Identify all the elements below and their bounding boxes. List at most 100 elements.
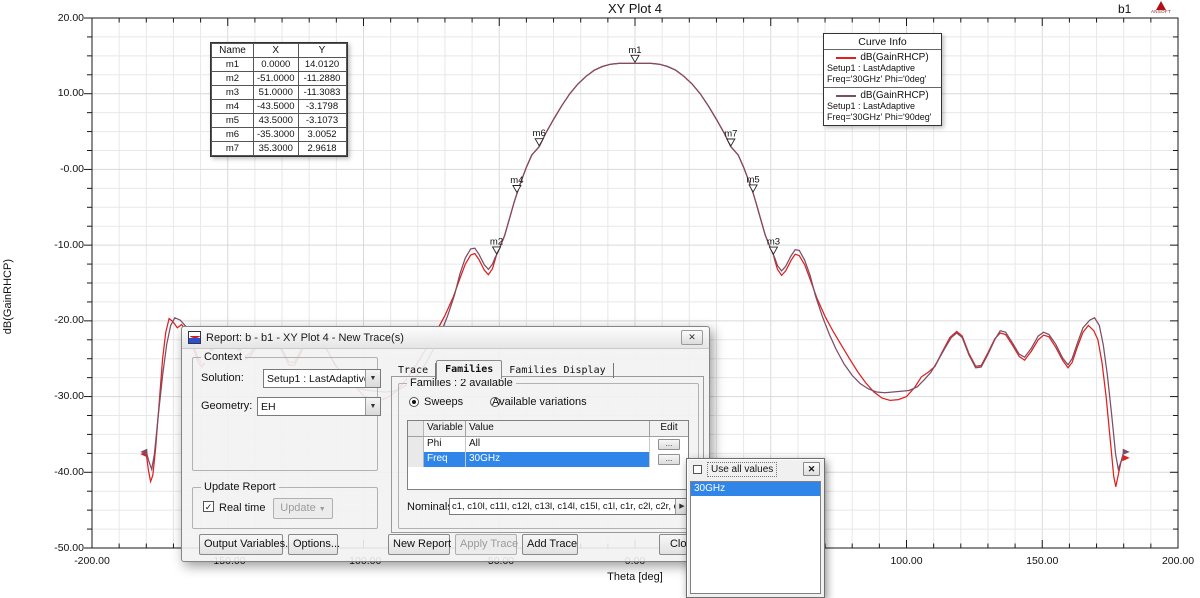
edit-column-header: Edit (650, 421, 688, 436)
marker-m4 (513, 186, 521, 193)
row-selector-header (408, 421, 424, 436)
edit-ellipsis-button[interactable]: ... (658, 439, 680, 450)
tab-families[interactable]: Families (436, 360, 502, 379)
y-tick-label: -0.00 (30, 163, 84, 175)
value-list[interactable]: 30GHz (690, 481, 821, 594)
value-cell[interactable]: All (466, 437, 650, 452)
popup-header: Use all values ✕ (687, 459, 824, 480)
sweeps-radio-label: Sweeps (424, 396, 463, 408)
context-group-label: Context (201, 351, 245, 363)
row-selector[interactable] (408, 452, 424, 467)
marker-table-row: m543.5000-3.1073 (212, 114, 347, 128)
add-trace-button[interactable]: Add Trace (522, 534, 578, 555)
x-axis-title: Theta [deg] (92, 571, 1178, 583)
x-tick-label: -200.00 (62, 555, 122, 567)
x-tick-label: 200.00 (1148, 555, 1200, 567)
design-label: b1 (1118, 2, 1131, 16)
curve-swatch-phi90 (836, 95, 856, 97)
marker-table-row: m6-35.30003.0052 (212, 128, 347, 142)
marker-table-cell: -35.3000 (254, 128, 299, 142)
value-cell[interactable]: 30GHz (466, 452, 650, 467)
y-tick-label: -50.00 (30, 542, 84, 554)
marker-table-row: m4-43.5000-3.1798 (212, 100, 347, 114)
apply-trace-button[interactable]: Apply Trace (455, 534, 517, 555)
marker-table-row: m10.000014.0120 (212, 58, 347, 72)
solution-dropdown[interactable]: Setup1 : LastAdaptive ▼ (263, 369, 381, 388)
realtime-checkbox[interactable]: ✓ (203, 501, 214, 512)
dialog-titlebar[interactable]: Report: b - b1 - XY Plot 4 - New Trace(s… (182, 327, 709, 349)
y-tick-label: 10.00 (30, 87, 84, 99)
use-all-values-label: Use all values (707, 462, 777, 477)
report-dialog: Report: b - b1 - XY Plot 4 - New Trace(s… (181, 326, 710, 562)
families-table-row-freq[interactable]: Freq30GHz... (408, 452, 688, 467)
curve-end-arrow (1123, 449, 1130, 455)
value-list-item[interactable]: 30GHz (691, 482, 820, 496)
y-tick-label: -40.00 (30, 466, 84, 478)
marker-table-cell: -11.3083 (298, 86, 346, 100)
y-tick-label: -10.00 (30, 239, 84, 251)
realtime-label: Real time (219, 502, 265, 514)
new-report-button[interactable]: New Report (388, 534, 450, 555)
legend-entry-setup: Setup1 : LastAdaptive (827, 101, 938, 112)
ansoft-logo-text: ANSOFT (1150, 10, 1172, 14)
row-selector[interactable] (408, 437, 424, 452)
x-tick-label: 100.00 (877, 555, 937, 567)
curve-info-legend[interactable]: Curve Info dB(GainRHCP) Setup1 : LastAda… (823, 33, 942, 126)
legend-entry-sweep: Freq='30GHz' Phi='0deg' (827, 74, 938, 85)
popup-close-button[interactable]: ✕ (803, 462, 820, 476)
x-tick-label: 150.00 (1012, 555, 1072, 567)
marker-table-cell: 2.9618 (298, 142, 346, 156)
update-report-group: Update Report ✓ Real time Update ▼ (192, 487, 378, 529)
variable-cell[interactable]: Phi (424, 437, 466, 452)
legend-title: Curve Info (824, 34, 941, 49)
marker-table-row: m351.0000-11.3083 (212, 86, 347, 100)
geometry-dropdown[interactable]: EH ▼ (257, 397, 381, 416)
marker-table-header: Name X Y (212, 44, 347, 58)
chevron-down-icon: ▼ (319, 506, 326, 513)
nominals-field[interactable]: c1, c10l, c11l, c12l, c13l, c14l, c15l, … (449, 498, 689, 515)
tab-trace[interactable]: Trace (391, 363, 436, 378)
marker-table-cell: 0.0000 (254, 58, 299, 72)
marker-table-cell: 35.3000 (254, 142, 299, 156)
ansoft-logo: ANSOFT (1150, 1, 1172, 14)
families-table: Variable Value Edit PhiAll...Freq30GHz..… (407, 420, 689, 490)
marker-label-m2: m2 (490, 236, 503, 247)
curve-swatch-phi0 (836, 57, 856, 59)
tab-families-display[interactable]: Families Display (502, 363, 613, 378)
marker-table-cell: m5 (212, 114, 254, 128)
dialog-close-button[interactable]: ✕ (681, 330, 703, 345)
marker-col-name: Name (212, 44, 254, 58)
use-all-values-checkbox[interactable] (693, 465, 702, 474)
options-button[interactable]: Options... (288, 534, 338, 555)
sweeps-radio[interactable] (409, 397, 419, 407)
marker-label-m7: m7 (724, 129, 737, 140)
legend-entry-label: dB(GainRHCP) (860, 90, 928, 101)
edit-ellipsis-button[interactable]: ... (658, 454, 680, 465)
y-tick-label: -30.00 (30, 390, 84, 402)
chevron-down-icon[interactable]: ▼ (365, 370, 380, 387)
dialog-title: Report: b - b1 - XY Plot 4 - New Trace(s… (206, 332, 404, 344)
marker-m1 (631, 55, 639, 62)
y-tick-label: 20.00 (30, 12, 84, 24)
marker-col-x: X (254, 44, 299, 58)
update-button[interactable]: Update ▼ (273, 498, 333, 519)
chevron-down-icon[interactable]: ▼ (365, 398, 380, 415)
variable-cell[interactable]: Freq (424, 452, 466, 467)
geometry-label: Geometry: (201, 400, 252, 412)
legend-entry-label: dB(GainRHCP) (860, 52, 928, 63)
families-table-row-phi[interactable]: PhiAll... (408, 437, 688, 452)
context-group: Context Solution: Setup1 : LastAdaptive … (192, 357, 378, 471)
marker-table-cell: m7 (212, 142, 254, 156)
marker-table-cell: m6 (212, 128, 254, 142)
marker-table[interactable]: Name X Y m10.000014.0120m2-51.0000-11.28… (210, 42, 348, 157)
edit-cell: ... (650, 437, 688, 452)
marker-table-cell: -3.1798 (298, 100, 346, 114)
marker-m7 (727, 139, 735, 146)
legend-entry-setup: Setup1 : LastAdaptive (827, 63, 938, 74)
nominals-value: c1, c10l, c11l, c12l, c13l, c14l, c15l, … (450, 501, 675, 512)
y-tick-label: -20.00 (30, 314, 84, 326)
tab-strip: Trace Families Families Display (391, 359, 614, 378)
marker-label-m5: m5 (747, 174, 760, 185)
value-list-popup: Use all values ✕ 30GHz (686, 458, 825, 598)
output-variables-button[interactable]: Output Variables... (199, 534, 283, 555)
